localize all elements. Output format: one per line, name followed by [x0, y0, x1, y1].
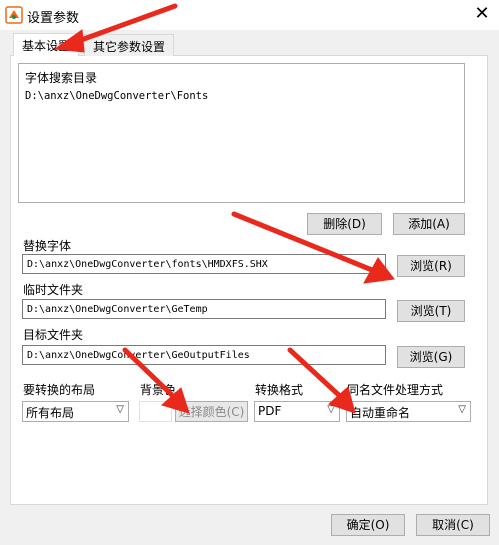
temp-folder-input[interactable]: D:\anxz\OneDwgConverter\GeTemp [22, 299, 386, 319]
layout-label: 要转换的布局 [23, 383, 96, 397]
background-color-label: 背景色 [140, 383, 177, 397]
format-select-value: PDF [258, 404, 282, 418]
close-button[interactable]: ✕ [468, 2, 496, 26]
delete-button[interactable]: 删除(D) [307, 213, 382, 235]
font-dir-item[interactable]: D:\anxz\OneDwgConverter\Fonts [25, 90, 208, 102]
target-folder-input[interactable]: D:\anxz\OneDwgConverter\GeOutputFiles [22, 345, 386, 365]
chevron-down-icon: ▽ [116, 404, 124, 415]
replace-font-input[interactable]: D:\anxz\OneDwgConverter\fonts\HMDXFS.SHX [22, 254, 386, 274]
browse-target-folder-button[interactable]: 浏览(G) [397, 346, 465, 368]
layout-select-value: 所有布局 [26, 406, 75, 420]
window-title: 设置参数 [27, 11, 80, 26]
chevron-down-icon: ▽ [458, 404, 466, 415]
browse-temp-folder-button[interactable]: 浏览(T) [397, 300, 465, 322]
format-label: 转换格式 [255, 383, 304, 397]
cancel-button[interactable]: 取消(C) [416, 514, 490, 536]
add-button[interactable]: 添加(A) [393, 213, 465, 235]
tab-basic-settings[interactable]: 基本设置 [13, 33, 80, 56]
same-name-select-value: 自动重命名 [350, 406, 411, 420]
target-folder-label: 目标文件夹 [23, 328, 84, 342]
chevron-down-icon: ▽ [327, 404, 335, 415]
app-icon [5, 6, 23, 24]
font-dir-header: 字体搜索目录 [25, 71, 98, 85]
replace-font-label: 替换字体 [23, 239, 72, 253]
temp-folder-label: 临时文件夹 [23, 283, 84, 297]
same-name-select[interactable]: 自动重命名 ▽ [346, 401, 471, 422]
layout-select[interactable]: 所有布局 ▽ [22, 401, 129, 422]
format-select[interactable]: PDF ▽ [254, 401, 340, 422]
ok-button[interactable]: 确定(O) [331, 514, 405, 536]
choose-color-button[interactable]: 选择颜色(C) [175, 401, 248, 422]
same-name-label: 同名文件处理方式 [347, 383, 444, 397]
browse-replace-font-button[interactable]: 浏览(R) [397, 255, 465, 277]
tab-other-settings[interactable]: 其它参数设置 [84, 34, 175, 56]
background-color-swatch [139, 401, 172, 422]
